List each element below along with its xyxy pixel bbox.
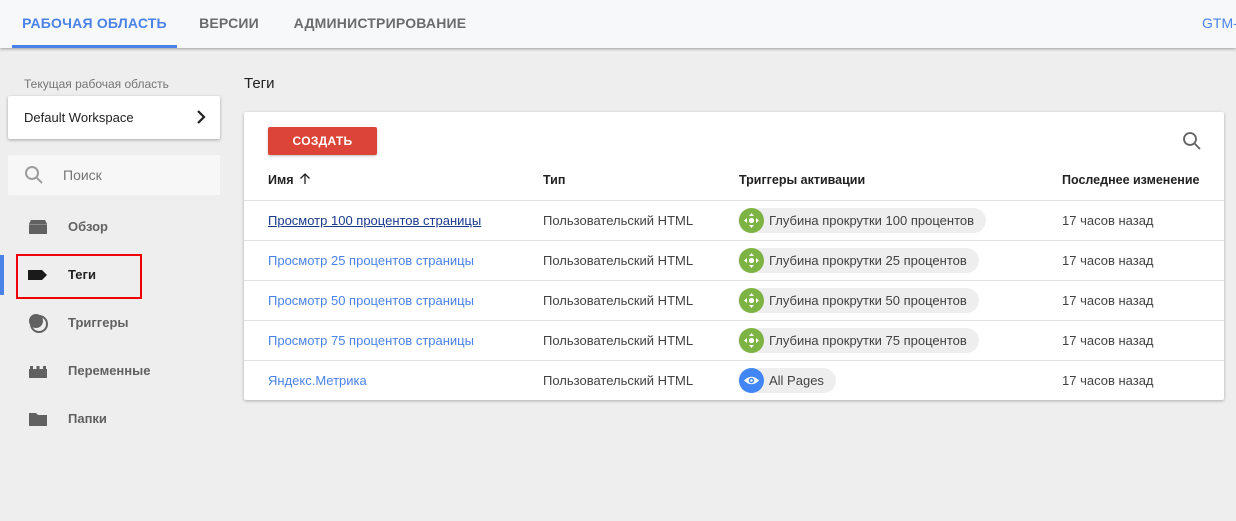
sidebar-item-label: Обзор xyxy=(68,219,108,234)
sidebar-item-label: Папки xyxy=(68,411,107,426)
table-row[interactable]: Просмотр 25 процентов страницы Пользоват… xyxy=(244,240,1224,280)
tag-name-link[interactable]: Просмотр 50 процентов страницы xyxy=(268,293,474,308)
scroll-depth-icon xyxy=(739,208,764,233)
folder-icon xyxy=(29,413,47,426)
sidebar-search[interactable] xyxy=(8,155,220,195)
trigger-label: Глубина прокрутки 100 процентов xyxy=(769,213,975,228)
trigger-label: Глубина прокрутки 50 процентов xyxy=(769,293,967,308)
tag-name-link[interactable]: Просмотр 75 процентов страницы xyxy=(268,333,474,348)
tag-type: Пользовательский HTML xyxy=(543,293,694,308)
table-row[interactable]: Просмотр 100 процентов страницы Пользова… xyxy=(244,200,1224,240)
trigger-label: Глубина прокрутки 75 процентов xyxy=(769,333,967,348)
search-icon[interactable] xyxy=(1182,131,1202,151)
table-row[interactable]: Просмотр 75 процентов страницы Пользоват… xyxy=(244,320,1224,360)
sidebar-item-variables[interactable]: Переменные xyxy=(0,351,230,391)
tag-name-link[interactable]: Просмотр 25 процентов страницы xyxy=(268,253,474,268)
trigger-icon xyxy=(29,314,48,333)
top-navigation-bar: РАБОЧАЯ ОБЛАСТЬ ВЕРСИИ АДМИНИСТРИРОВАНИЕ… xyxy=(0,0,1236,48)
tag-type: Пользовательский HTML xyxy=(543,373,694,388)
column-header-label: Имя xyxy=(268,173,294,187)
sidebar-item-label: Теги xyxy=(68,267,96,282)
create-tag-button[interactable]: СОЗДАТЬ xyxy=(268,127,377,155)
tag-type: Пользовательский HTML xyxy=(543,333,694,348)
scroll-depth-icon xyxy=(739,328,764,353)
tab-admin[interactable]: АДМИНИСТРИРОВАНИЕ xyxy=(285,0,475,48)
tab-versions[interactable]: ВЕРСИИ xyxy=(190,0,268,48)
sidebar-item-label: Переменные xyxy=(68,363,151,378)
tab-workspace[interactable]: РАБОЧАЯ ОБЛАСТЬ xyxy=(12,0,177,48)
chevron-right-icon xyxy=(197,110,206,124)
sidebar-item-triggers[interactable]: Триггеры xyxy=(0,303,230,343)
column-header-triggers: Триггеры активации xyxy=(739,173,866,187)
trigger-label: Глубина прокрутки 25 процентов xyxy=(769,253,967,268)
tag-type: Пользовательский HTML xyxy=(543,253,694,268)
trigger-chip[interactable]: Глубина прокрутки 50 процентов xyxy=(738,288,979,313)
scroll-depth-icon xyxy=(739,288,764,313)
trigger-chip[interactable]: Глубина прокрутки 100 процентов xyxy=(738,208,987,233)
workspace-label: Текущая рабочая область xyxy=(24,77,169,91)
last-modified: 17 часов назад xyxy=(1062,253,1154,268)
last-modified: 17 часов назад xyxy=(1062,213,1154,228)
search-icon xyxy=(25,166,43,184)
container-id-link[interactable]: GTM- xyxy=(1202,0,1236,48)
last-modified: 17 часов назад xyxy=(1062,293,1154,308)
column-header-type: Тип xyxy=(543,173,566,187)
table-row[interactable]: Просмотр 50 процентов страницы Пользоват… xyxy=(244,280,1224,320)
sidebar-item-overview[interactable]: Обзор xyxy=(0,207,230,247)
sidebar-search-input[interactable] xyxy=(63,155,213,195)
active-indicator xyxy=(0,255,4,295)
trigger-chip[interactable]: Глубина прокрутки 75 процентов xyxy=(738,328,979,353)
tag-name-link[interactable]: Просмотр 100 процентов страницы xyxy=(268,213,481,228)
sidebar-item-folders[interactable]: Папки xyxy=(0,399,230,439)
workspace-selector[interactable]: Default Workspace xyxy=(8,96,220,139)
column-header-name[interactable]: Имя xyxy=(268,173,311,187)
last-modified: 17 часов назад xyxy=(1062,333,1154,348)
tag-icon xyxy=(28,270,47,280)
tags-table-card: СОЗДАТЬ Имя Тип Триггеры активации После… xyxy=(244,112,1224,400)
trigger-chip[interactable]: Глубина прокрутки 25 процентов xyxy=(738,248,979,273)
sidebar-item-label: Триггеры xyxy=(68,315,129,330)
tag-name-link[interactable]: Яндекс.Метрика xyxy=(268,373,367,388)
sidebar-item-tags[interactable]: Теги xyxy=(0,255,230,295)
pageview-eye-icon xyxy=(739,368,764,393)
variables-icon xyxy=(29,366,47,378)
last-modified: 17 часов назад xyxy=(1062,373,1154,388)
scroll-depth-icon xyxy=(739,248,764,273)
sort-ascending-icon xyxy=(299,173,310,184)
workspace-name: Default Workspace xyxy=(24,110,134,125)
table-row[interactable]: Яндекс.Метрика Пользовательский HTML All… xyxy=(244,360,1224,400)
overview-icon xyxy=(29,220,47,234)
column-header-modified: Последнее изменение xyxy=(1062,173,1200,187)
tag-type: Пользовательский HTML xyxy=(543,213,694,228)
page-title: Теги xyxy=(244,75,275,92)
trigger-label: All Pages xyxy=(769,373,824,388)
trigger-chip[interactable]: All Pages xyxy=(738,368,836,393)
